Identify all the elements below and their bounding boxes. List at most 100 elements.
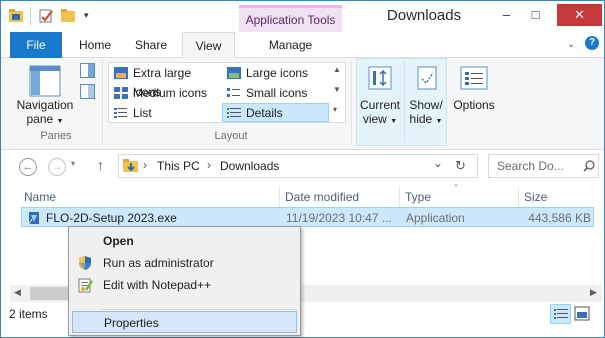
show-hide-icon bbox=[417, 66, 437, 90]
column-divider[interactable] bbox=[518, 187, 519, 207]
ribbon-collapse-icon[interactable]: ⌄ bbox=[567, 39, 575, 50]
ribbon-view-panel: Navigation pane ▼ Panes Extra large icon… bbox=[1, 58, 604, 150]
address-dropdown-icon[interactable]: ⌄ bbox=[433, 156, 443, 170]
layout-item-label: Large icons bbox=[246, 66, 309, 80]
current-view-button[interactable]: Current view ▼ bbox=[358, 98, 402, 129]
navigation-pane-button[interactable]: Navigation pane ▼ bbox=[15, 98, 75, 129]
layout-gallery: Extra large icons Large icons Medium ico… bbox=[108, 62, 346, 123]
window-title: Downloads bbox=[386, 7, 462, 24]
menu-item-label: Open bbox=[103, 234, 134, 248]
recent-locations-icon[interactable]: ▾ bbox=[71, 159, 75, 168]
layout-item-label: Medium icons bbox=[133, 86, 208, 100]
context-menu: Open Run as administrator Edit with Note… bbox=[68, 226, 301, 336]
gallery-more-icon[interactable]: ▾ bbox=[333, 105, 337, 114]
large-icons-icon bbox=[227, 67, 241, 79]
details-icon bbox=[554, 309, 568, 319]
search-input[interactable]: Search Do... bbox=[488, 154, 599, 178]
tab-file[interactable]: File bbox=[10, 32, 62, 58]
preview-pane-icon[interactable] bbox=[80, 63, 95, 78]
options-button[interactable]: Options bbox=[451, 98, 497, 112]
properties-icon[interactable] bbox=[39, 9, 54, 23]
menu-item-properties[interactable]: Properties bbox=[72, 311, 297, 333]
quick-access-dropdown-icon[interactable]: ▾ bbox=[84, 10, 89, 21]
up-button[interactable]: ↑ bbox=[97, 157, 104, 173]
column-headers: Name Date modified ^ Type Size bbox=[1, 183, 604, 207]
current-view-label-1: Current bbox=[359, 98, 400, 112]
large-thumbnail-icon bbox=[574, 306, 590, 321]
layout-small-icons[interactable]: Small icons bbox=[223, 84, 328, 103]
layout-item-label: Details bbox=[246, 106, 283, 120]
folder-icon[interactable] bbox=[9, 9, 24, 23]
downloads-folder-icon bbox=[123, 159, 138, 172]
large-icons-toggle[interactable] bbox=[574, 306, 590, 321]
minimize-button[interactable]: – bbox=[494, 4, 519, 26]
column-header-name[interactable]: Name bbox=[24, 190, 56, 204]
medium-icons-icon bbox=[114, 87, 128, 99]
column-header-size[interactable]: Size bbox=[524, 190, 547, 204]
close-button[interactable]: ✕ bbox=[557, 4, 602, 26]
layout-large-icons[interactable]: Large icons bbox=[223, 64, 328, 83]
layout-medium-icons[interactable]: Medium icons bbox=[110, 84, 222, 103]
current-view-label-2: view bbox=[362, 112, 387, 126]
file-size: 443,586 KB bbox=[528, 211, 591, 225]
column-divider[interactable] bbox=[279, 187, 280, 207]
address-bar[interactable]: › This PC › Downloads ⌄ ↻ bbox=[118, 154, 478, 178]
item-count: 2 items bbox=[9, 307, 48, 321]
layout-item-label: Small icons bbox=[246, 86, 308, 100]
tab-share[interactable]: Share bbox=[125, 32, 177, 58]
options-icon bbox=[460, 66, 488, 90]
column-divider[interactable] bbox=[399, 187, 400, 207]
show-hide-button[interactable]: Show/ hide ▼ bbox=[406, 98, 446, 129]
menu-item-run-as-administrator[interactable]: Run as administrator bbox=[72, 252, 297, 274]
navigation-pane-icon bbox=[29, 65, 61, 97]
gallery-scroll-up-icon[interactable]: ▲ bbox=[333, 65, 341, 74]
search-placeholder: Search Do... bbox=[497, 159, 564, 173]
navigation-pane-label-2: pane bbox=[26, 112, 54, 126]
column-header-type[interactable]: Type bbox=[405, 190, 431, 204]
list-view-icon bbox=[114, 108, 127, 118]
menu-item-edit-with-notepad[interactable]: Edit with Notepad++ bbox=[72, 274, 297, 296]
quick-access-separator bbox=[30, 7, 31, 25]
current-view-icon bbox=[368, 66, 392, 90]
layout-list[interactable]: List bbox=[110, 104, 222, 123]
refresh-button[interactable]: ↻ bbox=[455, 158, 466, 174]
breadcrumb-separator: › bbox=[143, 158, 147, 172]
group-separator bbox=[404, 61, 405, 143]
layout-item-label: List bbox=[133, 106, 152, 120]
tab-view[interactable]: View bbox=[182, 32, 235, 59]
breadcrumb-this-pc[interactable]: This PC bbox=[157, 159, 200, 173]
setup-exe-icon bbox=[28, 212, 39, 225]
navigation-pane-label-1: Navigation bbox=[16, 98, 74, 112]
help-icon[interactable]: ? bbox=[585, 36, 599, 50]
layout-extra-large-icons[interactable]: Extra large icons bbox=[110, 64, 222, 99]
forward-button[interactable]: → bbox=[48, 158, 66, 176]
show-hide-label-1: Show/ bbox=[409, 98, 443, 112]
back-button[interactable]: ← bbox=[19, 158, 37, 176]
ribbon-tab-bar: File Home Share View Manage ⌄ ? bbox=[1, 32, 604, 59]
group-separator bbox=[351, 61, 352, 145]
scroll-left-icon[interactable]: ◀ bbox=[14, 287, 21, 298]
details-view-toggle[interactable] bbox=[550, 304, 571, 324]
show-hide-caret-icon: ▼ bbox=[435, 118, 443, 125]
maximize-button[interactable]: □ bbox=[523, 4, 548, 26]
details-pane-icon[interactable] bbox=[80, 84, 95, 99]
current-view-caret-icon: ▼ bbox=[390, 118, 398, 125]
tab-home[interactable]: Home bbox=[69, 32, 121, 58]
navigation-pane-caret-icon: ▼ bbox=[56, 118, 64, 125]
details-view-icon bbox=[227, 108, 241, 118]
layout-details[interactable]: Details bbox=[222, 103, 329, 122]
gallery-scroll-down-icon[interactable]: ▼ bbox=[333, 85, 341, 94]
file-row[interactable]: FLO-2D-Setup 2023.exe 11/19/2023 10:47 .… bbox=[21, 207, 594, 227]
address-toolbar: ← → ▾ ↑ › This PC › Downloads ⌄ ↻ Search… bbox=[1, 150, 604, 183]
breadcrumb-separator: › bbox=[207, 158, 211, 172]
menu-item-label: Run as administrator bbox=[103, 256, 214, 270]
panes-group-label: Panes bbox=[40, 130, 72, 142]
menu-item-open[interactable]: Open bbox=[72, 230, 297, 252]
breadcrumb-downloads[interactable]: Downloads bbox=[220, 159, 279, 173]
file-type: Application bbox=[406, 211, 465, 225]
new-folder-icon[interactable] bbox=[61, 9, 76, 23]
scroll-right-icon[interactable]: ▶ bbox=[590, 287, 597, 298]
column-header-date-modified[interactable]: Date modified bbox=[285, 190, 359, 204]
search-icon bbox=[583, 160, 595, 172]
tab-manage[interactable]: Manage bbox=[239, 32, 342, 58]
